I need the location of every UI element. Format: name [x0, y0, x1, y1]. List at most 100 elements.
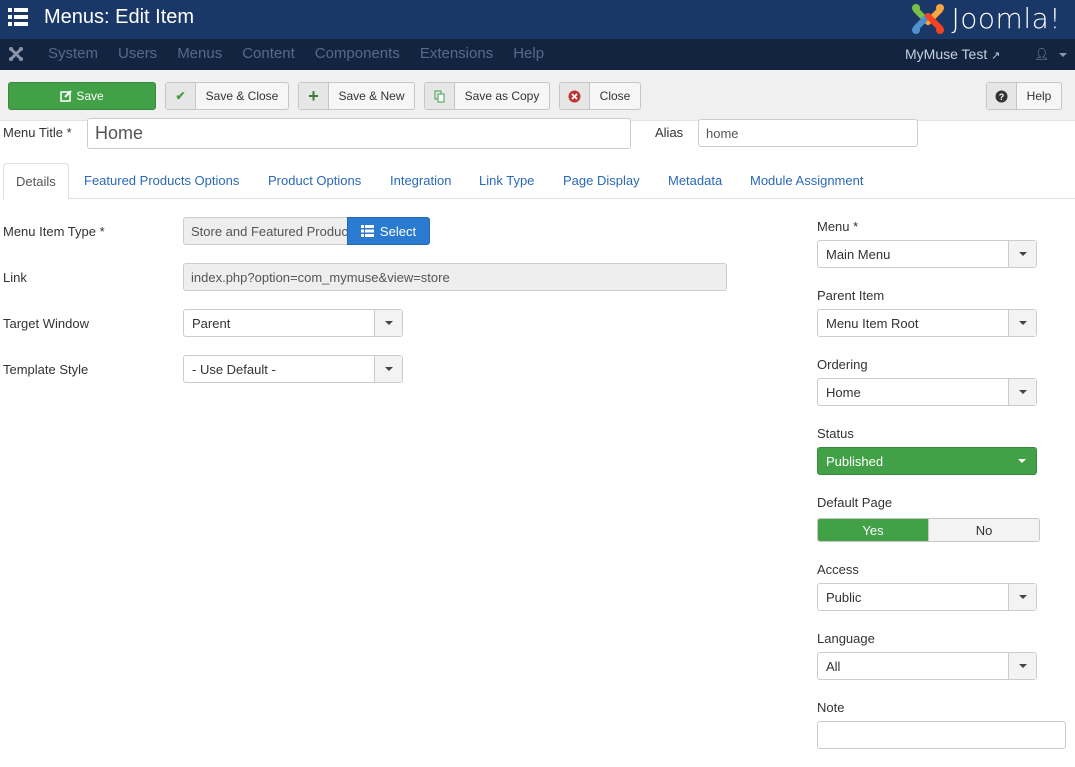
edit-icon: [60, 90, 73, 102]
nav-users[interactable]: Users: [118, 39, 157, 69]
ordering-label: Ordering: [817, 357, 868, 372]
joomla-logo-icon: [911, 4, 944, 34]
ordering-value: Home: [826, 384, 861, 400]
menu-item-type-field: Store and Featured Products: [183, 217, 348, 245]
language-select[interactable]: All: [817, 652, 1037, 680]
tab-link-type[interactable]: Link Type: [479, 163, 534, 199]
menu-value: Main Menu: [826, 246, 891, 262]
caret-down-icon: [1008, 310, 1036, 336]
tab-metadata[interactable]: Metadata: [668, 163, 722, 199]
language-value: All: [826, 658, 841, 674]
note-label: Note: [817, 700, 845, 715]
list-icon: [8, 8, 28, 26]
joomla-icon[interactable]: [8, 46, 24, 62]
menu-item-type-value: Store and Featured Products: [191, 223, 348, 239]
help-button[interactable]: ? Help: [986, 82, 1062, 110]
menu-select[interactable]: Main Menu: [817, 240, 1037, 268]
parent-item-select[interactable]: Menu Item Root: [817, 309, 1037, 337]
svg-text:?: ?: [999, 92, 1005, 102]
plus-icon: +: [299, 83, 329, 109]
tab-bar: Details Featured Products Options Produc…: [3, 163, 1075, 200]
access-value: Public: [826, 589, 862, 605]
user-icon: 👤︎: [1034, 47, 1050, 61]
alias-input[interactable]: home: [698, 119, 918, 147]
language-label: Language: [817, 631, 875, 646]
user-menu[interactable]: 👤︎: [1034, 47, 1067, 61]
template-style-value: - Use Default -: [192, 361, 276, 377]
select-type-button[interactable]: Select: [347, 217, 430, 245]
menu-label: Menu *: [817, 219, 859, 234]
target-window-select[interactable]: Parent: [183, 309, 403, 337]
parent-item-label: Parent Item: [817, 288, 885, 303]
status-label: Status: [817, 426, 854, 441]
menu-title-input[interactable]: Home: [87, 118, 631, 149]
access-label: Access: [817, 562, 859, 577]
save-new-button[interactable]: + Save & New: [298, 82, 415, 110]
link-label: Link: [3, 270, 27, 285]
access-select[interactable]: Public: [817, 583, 1037, 611]
status-select[interactable]: Published: [817, 447, 1037, 475]
caret-down-icon: [374, 310, 402, 336]
nav-menus[interactable]: Menus: [177, 39, 222, 69]
caret-down-icon: [1008, 241, 1036, 267]
parent-item-value: Menu Item Root: [826, 315, 919, 331]
caret-down-icon: [1008, 653, 1036, 679]
caret-down-icon: [1008, 584, 1036, 610]
tab-page-display[interactable]: Page Display: [563, 163, 640, 199]
caret-down-icon: [1008, 448, 1036, 474]
help-label: Help: [1026, 89, 1052, 103]
status-value: Published: [826, 453, 884, 469]
save-copy-label: Save as Copy: [464, 89, 540, 103]
toolbar: Save ✔ Save & Close + Save & New Save as…: [0, 70, 1075, 121]
joomla-logo: Joomla!: [910, 0, 1061, 36]
save-new-label: Save & New: [338, 89, 405, 103]
nav-components[interactable]: Components: [315, 39, 400, 69]
site-name: MyMuse Test: [905, 46, 988, 62]
caret-down-icon: [1008, 379, 1036, 405]
save-close-button[interactable]: ✔ Save & Close: [165, 82, 289, 110]
alias-label: Alias: [655, 125, 684, 140]
target-window-value: Parent: [192, 315, 231, 331]
close-label: Close: [599, 89, 631, 103]
tab-module-assignment[interactable]: Module Assignment: [750, 163, 863, 199]
logo-text: Joomla!: [951, 1, 1061, 35]
list-icon: [360, 225, 374, 237]
tab-details[interactable]: Details: [3, 163, 69, 200]
caret-down-icon: [1058, 52, 1067, 57]
default-page-toggle: Yes No: [817, 518, 1040, 542]
menu-title-label: Menu Title *: [3, 125, 72, 140]
default-page-no[interactable]: No: [928, 519, 1039, 541]
tab-featured-products-options[interactable]: Featured Products Options: [84, 163, 239, 199]
main-menu: System Users Menus Content Components Ex…: [48, 39, 564, 69]
default-page-yes[interactable]: Yes: [818, 519, 928, 541]
note-input[interactable]: [817, 721, 1066, 749]
template-style-select[interactable]: - Use Default -: [183, 355, 403, 383]
external-link-icon: ↗: [991, 50, 1001, 62]
nav-content[interactable]: Content: [242, 39, 295, 69]
target-window-label: Target Window: [3, 316, 89, 331]
top-navbar: System Users Menus Content Components Ex…: [0, 39, 1075, 70]
ordering-select[interactable]: Home: [817, 378, 1037, 406]
menu-item-type-label: Menu Item Type *: [3, 224, 105, 239]
nav-extensions[interactable]: Extensions: [420, 39, 493, 69]
caret-down-icon: [374, 356, 402, 382]
nav-system[interactable]: System: [48, 39, 98, 69]
save-label: Save: [76, 89, 104, 103]
site-link[interactable]: MyMuse Test ↗: [905, 39, 1000, 71]
close-button[interactable]: Close: [559, 82, 641, 110]
save-close-label: Save & Close: [205, 89, 279, 103]
template-style-label: Template Style: [3, 362, 89, 377]
save-button[interactable]: Save: [8, 82, 156, 110]
nav-help[interactable]: Help: [513, 39, 544, 69]
close-icon: [560, 83, 590, 109]
header-bar: Menus: Edit Item Joomla!: [0, 0, 1075, 39]
copy-icon: [425, 83, 455, 109]
save-as-copy-button[interactable]: Save as Copy: [424, 82, 550, 110]
page-title: Menus: Edit Item: [44, 6, 195, 28]
select-label: Select: [379, 223, 417, 239]
link-field: index.php?option=com_mymuse&view=store: [183, 263, 727, 291]
check-icon: ✔: [166, 83, 196, 109]
tab-integration[interactable]: Integration: [390, 163, 451, 199]
tab-product-options[interactable]: Product Options: [268, 163, 361, 199]
question-icon: ?: [987, 83, 1017, 109]
